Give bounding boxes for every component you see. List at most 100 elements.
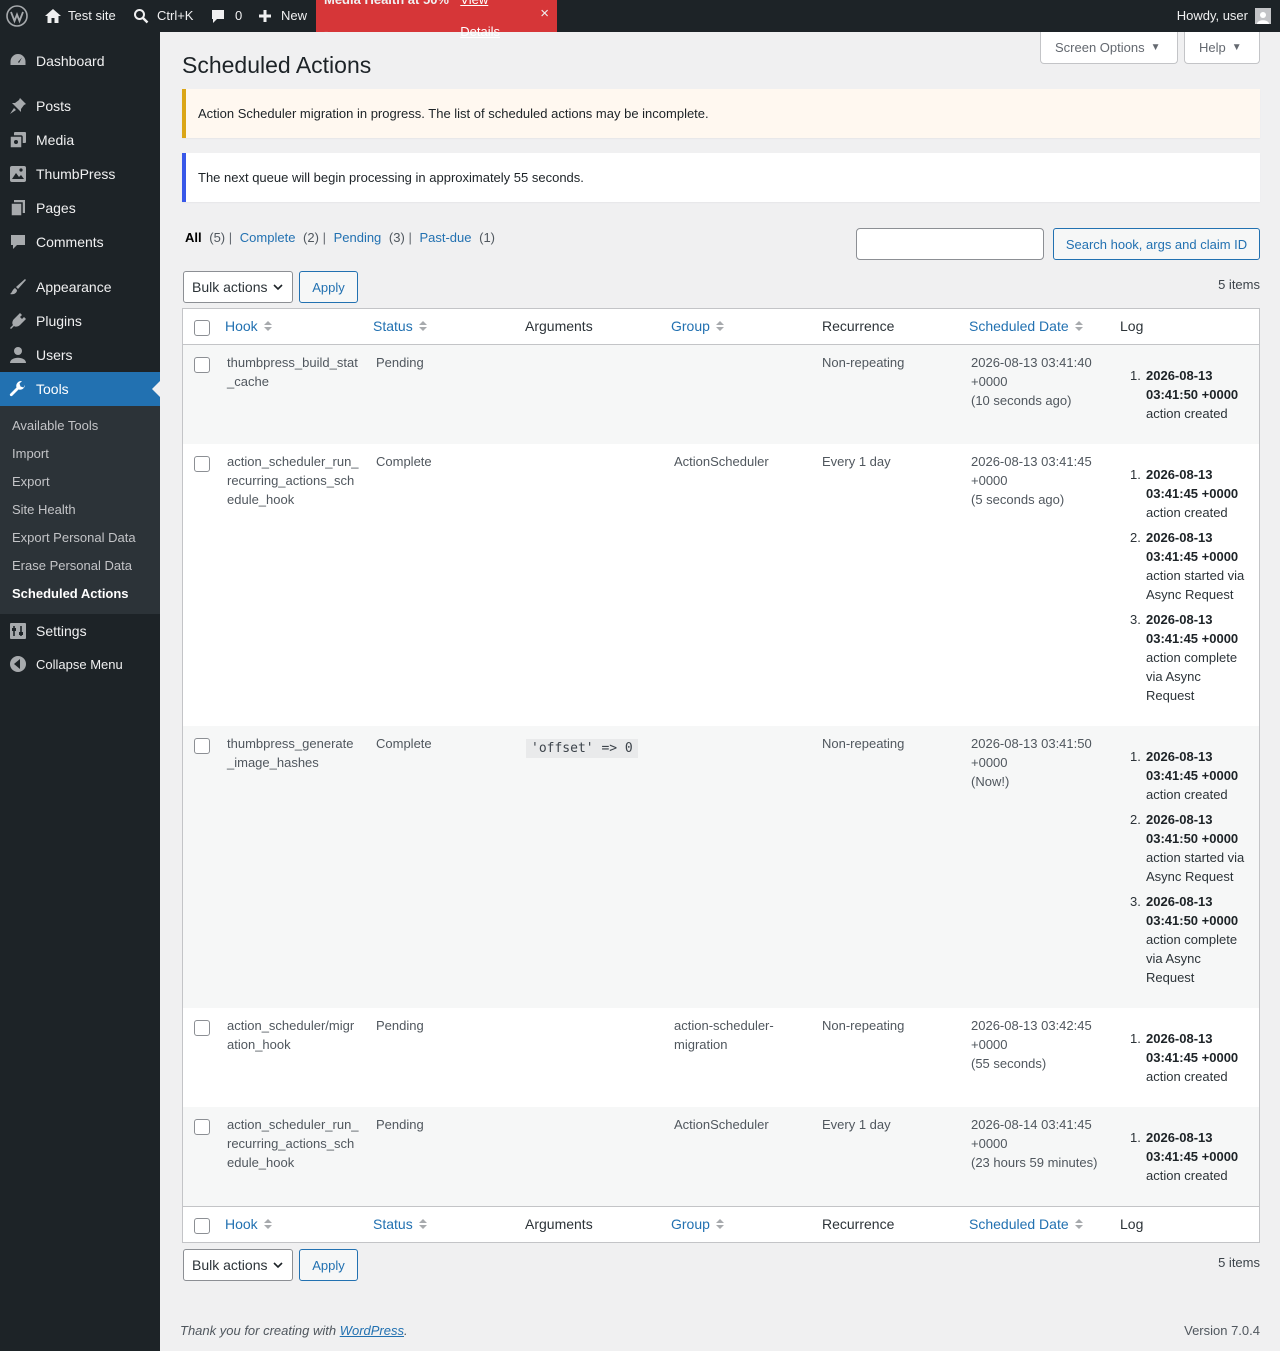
scheduled-relative: (55 seconds) (971, 1056, 1047, 1071)
admin-sidebar: Dashboard Posts Media ThumbPress Pages C… (0, 32, 160, 1351)
submenu-site-health[interactable]: Site Health (12, 502, 76, 517)
sort-icon (1074, 1218, 1083, 1232)
sidebar-item-label: Appearance (36, 279, 112, 295)
filter-past-due[interactable]: Past-due (419, 230, 471, 245)
submenu-scheduled-actions[interactable]: Scheduled Actions (12, 586, 129, 601)
search-input[interactable] (856, 228, 1044, 260)
wordpress-logo-icon[interactable] (6, 0, 28, 32)
sidebar-item-thumbpress[interactable]: ThumbPress (0, 157, 160, 191)
sidebar-item-label: Posts (36, 98, 72, 114)
hook-name[interactable]: action_scheduler_run_recurring_actions_s… (227, 1115, 359, 1172)
footer-version: Version 7.0.4 (1184, 1323, 1260, 1338)
recurrence-value: Non-repeating (822, 355, 905, 370)
submenu-export[interactable]: Export (12, 474, 50, 489)
filter-all[interactable]: All (185, 230, 202, 245)
hook-name[interactable]: thumbpress_build_stat_cache (227, 353, 359, 391)
column-group[interactable]: Group (671, 1216, 724, 1232)
hook-name[interactable]: action_scheduler_run_recurring_actions_s… (227, 452, 359, 509)
sidebar-item-posts[interactable]: Posts (0, 89, 160, 123)
filter-all-count: (5) (209, 230, 226, 245)
scheduled-date-value: 2026-08-13 03:42:45 (971, 1018, 1092, 1033)
column-status[interactable]: Status (373, 1216, 427, 1232)
submenu-available-tools[interactable]: Available Tools (12, 418, 98, 433)
collapse-menu-button[interactable]: Collapse Menu (0, 647, 160, 681)
sidebar-item-comments[interactable]: Comments (0, 225, 160, 259)
column-scheduled-date[interactable]: Scheduled Date (969, 318, 1083, 334)
row-checkbox[interactable] (194, 1119, 210, 1135)
new-content-link[interactable]: New (258, 0, 307, 32)
sort-icon (418, 320, 427, 334)
footer-thanks-end: . (404, 1323, 408, 1338)
pin-icon (0, 97, 36, 115)
recurrence-value: Every 1 day (822, 1117, 891, 1132)
apply-button-bottom[interactable]: Apply (299, 1249, 358, 1281)
column-scheduled-date[interactable]: Scheduled Date (969, 1216, 1083, 1232)
sidebar-item-settings[interactable]: Settings (0, 614, 160, 648)
plugin-icon (0, 312, 36, 330)
bulk-actions-select[interactable]: Bulk actions (183, 271, 293, 303)
status-value: Pending (376, 355, 424, 370)
help-button[interactable]: Help ▼ (1184, 32, 1260, 64)
group-value: ActionScheduler (674, 1117, 769, 1132)
column-status[interactable]: Status (373, 318, 427, 334)
row-checkbox[interactable] (194, 1020, 210, 1036)
site-name-link[interactable]: Test site (44, 0, 116, 32)
hook-name[interactable]: action_scheduler/migration_hook (227, 1016, 359, 1054)
hook-name[interactable]: thumbpress_generate_image_hashes (227, 734, 359, 772)
comments-link[interactable]: 0 (210, 0, 242, 32)
column-hook-label: Hook (225, 1216, 258, 1232)
group-value: action-scheduler-migration (674, 1018, 774, 1052)
log-message: action created (1146, 505, 1228, 520)
column-hook[interactable]: Hook (225, 318, 272, 334)
scheduled-actions-table: Hook Status Arguments Group Recurrence S… (182, 308, 1260, 1243)
log-entry: 1. 2026-08-13 03:41:45 +0000 action create… (1130, 749, 1239, 802)
sidebar-item-pages[interactable]: Pages (0, 191, 160, 225)
sidebar-item-dashboard[interactable]: Dashboard (0, 44, 160, 78)
sidebar-item-label: Media (36, 132, 75, 148)
select-all-checkbox[interactable] (194, 320, 210, 336)
screen-options-button[interactable]: Screen Options ▼ (1040, 32, 1178, 64)
arguments-value: 'offset' => 0 (526, 738, 638, 758)
image-icon (0, 165, 36, 183)
search-button[interactable]: Search hook, args and claim ID (1053, 228, 1260, 260)
select-all-checkbox[interactable] (194, 1218, 210, 1234)
log-list: 1. 2026-08-13 03:41:50 +0000 action create… (1130, 366, 1251, 429)
media-health-alert[interactable]: Media Health at 50% - View Details × (316, 0, 557, 39)
log-time: 2026-08-13 03:41:45 +0000 (1146, 1130, 1239, 1164)
table-row: action_scheduler_run_recurring_actions_s… (183, 1107, 1259, 1206)
apply-button[interactable]: Apply (299, 271, 358, 303)
column-group[interactable]: Group (671, 318, 724, 334)
sidebar-item-plugins[interactable]: Plugins (0, 304, 160, 338)
bulk-actions-select-bottom[interactable]: Bulk actions (183, 1249, 293, 1281)
row-checkbox[interactable] (194, 456, 210, 472)
migration-notice-text: Action Scheduler migration in progress. … (198, 106, 709, 121)
filter-complete[interactable]: Complete (240, 230, 296, 245)
sidebar-item-users[interactable]: Users (0, 338, 160, 372)
column-group-label: Group (671, 318, 710, 334)
sidebar-item-media[interactable]: Media (0, 123, 160, 157)
close-icon[interactable]: × (540, 0, 549, 30)
filter-pending[interactable]: Pending (334, 230, 382, 245)
row-checkbox[interactable] (194, 738, 210, 754)
footer-thanks: Thank you for creating with WordPress. (180, 1323, 408, 1338)
account-menu[interactable]: Howdy, user (1177, 0, 1271, 32)
scheduled-timezone: +0000 (971, 755, 1008, 770)
wordpress-link[interactable]: WordPress (340, 1323, 404, 1338)
column-hook[interactable]: Hook (225, 1216, 272, 1232)
sort-icon (1074, 320, 1083, 334)
log-message: action created (1146, 406, 1228, 421)
sidebar-item-appearance[interactable]: Appearance (0, 270, 160, 304)
column-status-label: Status (373, 318, 413, 334)
submenu-export-personal-data[interactable]: Export Personal Data (12, 530, 136, 545)
column-log: Log (1120, 318, 1144, 334)
sort-icon (263, 320, 272, 334)
search-shortcut[interactable]: Ctrl+K (133, 0, 193, 32)
log-entry: 2. 2026-08-13 03:41:45 +0000 action starte… (1130, 530, 1245, 602)
sidebar-item-tools[interactable]: Tools (0, 372, 160, 406)
log-entry: 3. 2026-08-13 03:41:50 +0000 action comple… (1130, 894, 1239, 985)
row-checkbox[interactable] (194, 357, 210, 373)
submenu-import[interactable]: Import (12, 446, 49, 461)
pages-icon (0, 199, 36, 217)
submenu-erase-personal-data[interactable]: Erase Personal Data (12, 558, 132, 573)
howdy-label: Howdy, user (1176, 8, 1248, 23)
